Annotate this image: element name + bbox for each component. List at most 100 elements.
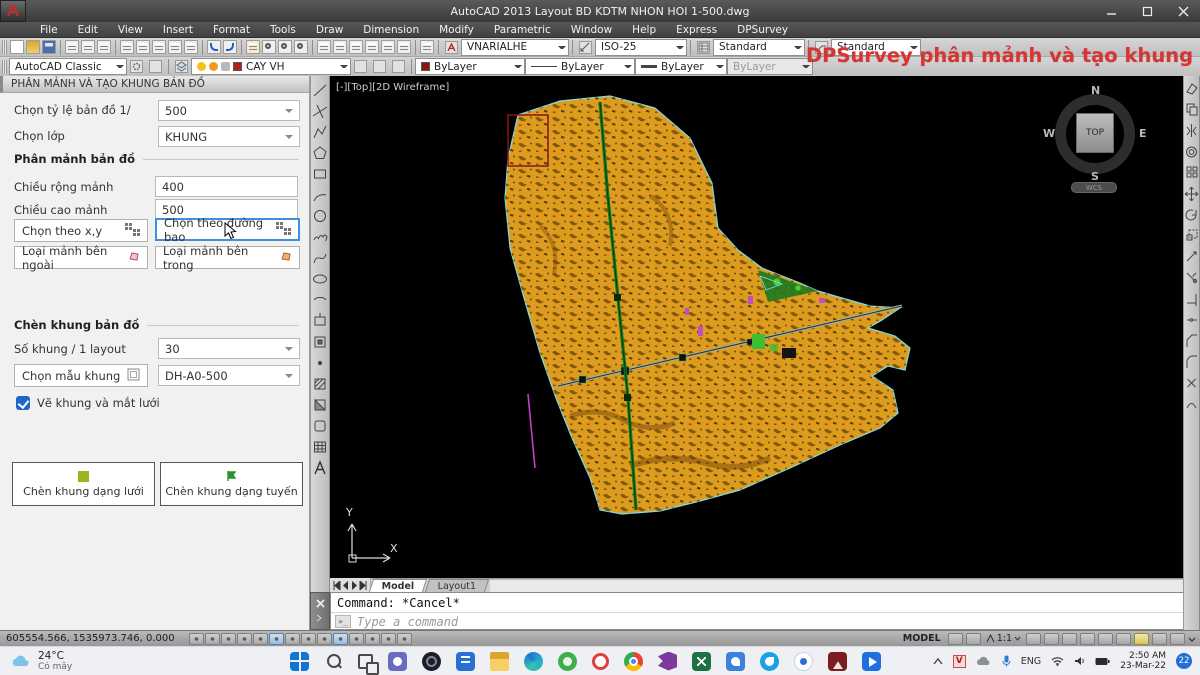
tab-navigation[interactable]	[330, 578, 371, 592]
color-combo[interactable]: ByLayer	[415, 58, 525, 75]
taskbar-icon-chrome[interactable]	[624, 652, 643, 671]
status-toggle-osnap[interactable]	[269, 633, 284, 645]
template-combo[interactable]: DH-A0-500	[158, 365, 300, 386]
redo-icon[interactable]	[223, 40, 237, 54]
menu-window[interactable]: Window	[561, 22, 622, 38]
notification-badge[interactable]: 22	[1176, 653, 1192, 669]
quickview-drawings-icon[interactable]	[966, 633, 981, 645]
gear-icon[interactable]	[130, 60, 143, 73]
menu-help[interactable]: Help	[622, 22, 666, 38]
taskbar-weather[interactable]: 24°C Có mây	[0, 651, 130, 672]
layer-select-combo[interactable]: KHUNG	[158, 126, 300, 147]
lineweight-combo[interactable]: ByLayer	[635, 58, 727, 75]
markup-icon[interactable]	[381, 40, 395, 54]
command-prompt[interactable]: »_ Type a command	[331, 612, 1199, 630]
status-workspace-switch-icon[interactable]	[1098, 633, 1113, 645]
taskbar-icon-opera[interactable]	[592, 653, 609, 670]
remove-outside-button[interactable]: Loại mảnh bên ngoài	[14, 246, 148, 269]
layer-properties-icon[interactable]	[175, 60, 188, 73]
command-line[interactable]: Command: *Cancel* »_ Type a command	[330, 592, 1200, 630]
menu-draw[interactable]: Draw	[306, 22, 353, 38]
status-toggle-infer-constraints[interactable]	[189, 633, 204, 645]
copy-icon[interactable]	[136, 40, 150, 54]
viewcube[interactable]: N S W E TOP WCS	[1047, 86, 1143, 190]
language-indicator[interactable]: ENG	[1021, 656, 1041, 667]
status-tray-arrow-icon[interactable]	[1188, 634, 1196, 644]
status-layout-model-icon[interactable]	[1026, 633, 1041, 645]
lock-icon[interactable]	[221, 62, 230, 71]
menu-edit[interactable]: Edit	[68, 22, 108, 38]
status-toggle-ortho[interactable]	[237, 633, 252, 645]
menu-format[interactable]: Format	[203, 22, 260, 38]
layout-quickview-icon[interactable]	[948, 633, 963, 645]
select-xy-button[interactable]: Chọn theo x,y	[14, 219, 148, 242]
match-properties-icon[interactable]	[168, 40, 182, 54]
taskbar-icon-people[interactable]	[726, 652, 745, 671]
layer-previous-icon[interactable]	[373, 60, 386, 73]
make-current-icon[interactable]	[354, 60, 367, 73]
remove-inside-button[interactable]: Loại mảnh bên trong	[155, 246, 300, 269]
status-toggle-transparency[interactable]	[365, 633, 380, 645]
insert-line-frame-button[interactable]: Chèn khung dạng tuyến	[160, 462, 303, 506]
zoom-previous-icon[interactable]	[294, 40, 308, 54]
design-center-icon[interactable]	[333, 40, 347, 54]
preview-icon[interactable]	[81, 40, 95, 54]
menu-dimension[interactable]: Dimension	[353, 22, 429, 38]
taskbar-icon-start[interactable]	[290, 652, 309, 671]
taskbar-icon-search[interactable]	[324, 652, 343, 671]
plot-icon[interactable]	[65, 40, 79, 54]
close-button[interactable]	[1176, 4, 1190, 18]
restore-button[interactable]	[1140, 4, 1154, 18]
taskbar-icon-acad[interactable]	[828, 652, 847, 671]
compass-w[interactable]: W	[1043, 127, 1055, 140]
width-input[interactable]: 400	[155, 176, 298, 197]
status-quick-view-layouts-icon[interactable]	[1044, 633, 1059, 645]
speaker-icon[interactable]	[1074, 656, 1085, 666]
save-workspace-icon[interactable]	[149, 60, 162, 73]
model-space-label[interactable]: MODEL	[899, 633, 945, 644]
menu-dpsurvey[interactable]: DPSurvey	[727, 22, 798, 38]
autocad-logo-icon[interactable]	[0, 0, 26, 22]
microphone-icon[interactable]	[1002, 655, 1011, 667]
wcs-selector[interactable]: WCS	[1071, 182, 1117, 193]
checkbox-checked-icon[interactable]	[16, 396, 30, 410]
drawing-viewport[interactable]: [-][Top][2D Wireframe]	[330, 76, 1183, 578]
status-clean-screen-icon[interactable]	[1170, 633, 1185, 645]
tab-scroll-track[interactable]	[490, 579, 1183, 592]
sun-icon[interactable]	[209, 62, 218, 71]
status-isolate-objects-icon[interactable]	[1152, 633, 1167, 645]
taskbar-icon-camera[interactable]	[422, 652, 441, 671]
draw-grid-checkrow[interactable]: Vẽ khung và mắt lưới	[16, 396, 160, 410]
menu-express[interactable]: Express	[666, 22, 727, 38]
menu-file[interactable]: File	[30, 22, 68, 38]
select-boundary-button[interactable]: Chọn theo đường bao	[155, 218, 300, 241]
taskbar-icon-coccoc[interactable]	[558, 652, 577, 671]
paste-icon[interactable]	[152, 40, 166, 54]
close-command-icon[interactable]	[316, 599, 325, 608]
table-style-combo[interactable]: Standard	[713, 39, 805, 56]
command-window-grip[interactable]	[310, 592, 330, 630]
taskbar-icon-teams[interactable]	[388, 652, 407, 671]
minimize-button[interactable]	[1104, 4, 1118, 18]
status-toggle-polar[interactable]	[253, 633, 268, 645]
frames-combo[interactable]: 30	[158, 338, 300, 359]
help-icon[interactable]	[420, 40, 434, 54]
modify-toolbar[interactable]	[1183, 76, 1200, 630]
cut-icon[interactable]	[120, 40, 134, 54]
toolbar-grip[interactable]	[2, 60, 7, 74]
command-prompt-icon[interactable]: »_	[335, 615, 351, 628]
undo-icon[interactable]	[207, 40, 221, 54]
status-toggle-grid[interactable]	[221, 633, 236, 645]
tray-chevron-icon[interactable]	[933, 658, 943, 665]
linetype-combo[interactable]: ByLayer	[525, 58, 635, 75]
menu-modify[interactable]: Modify	[429, 22, 484, 38]
new-icon[interactable]	[10, 40, 24, 54]
scale-combo[interactable]: 500	[158, 100, 300, 121]
menu-tools[interactable]: Tools	[260, 22, 306, 38]
open-icon[interactable]	[26, 40, 40, 54]
publish-icon[interactable]	[97, 40, 111, 54]
taskbar-clock[interactable]: 2:50 AM 23-Mar-22	[1120, 651, 1166, 671]
render-icon[interactable]	[397, 40, 411, 54]
taskbar-icon-skype[interactable]	[760, 652, 779, 671]
unikey-icon[interactable]: V	[953, 655, 966, 668]
